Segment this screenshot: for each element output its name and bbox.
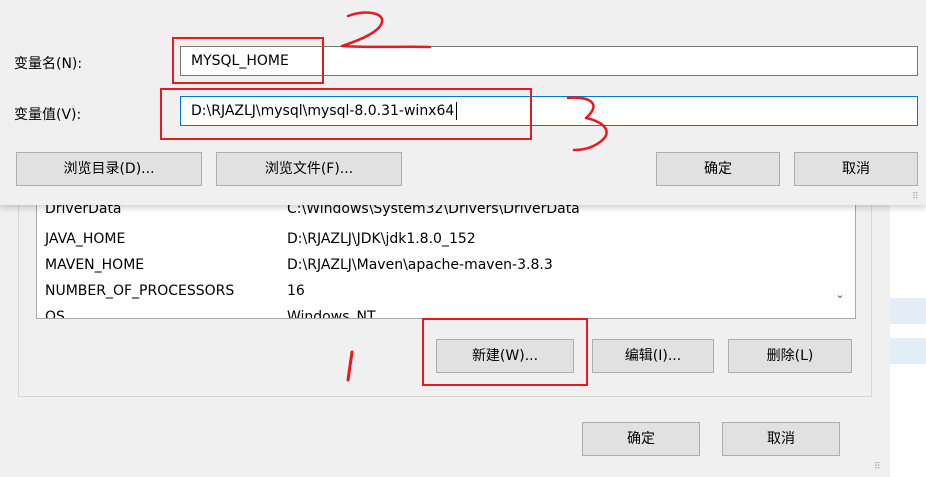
variable-value: Windows_NT xyxy=(287,309,376,319)
edit-variable-button[interactable]: 编辑(I)... xyxy=(592,339,714,373)
variable-value: D:\RJAZLJ\Maven\apache-maven-3.8.3 xyxy=(287,257,553,273)
background-selected-row xyxy=(890,298,926,324)
browse-directory-button[interactable]: 浏览目录(D)... xyxy=(16,152,202,186)
dialog-cancel-button[interactable]: 取消 xyxy=(794,152,918,186)
variable-name-label: 变量名(N): xyxy=(14,56,83,72)
variable-name: JAVA_HOME xyxy=(45,231,126,247)
list-row-number-of-processors[interactable]: NUMBER_OF_PROCESSORS 16 xyxy=(45,278,845,304)
annotation-box-value xyxy=(160,88,532,140)
background-selected-row xyxy=(890,338,926,364)
list-row-java-home[interactable]: JAVA_HOME D:\RJAZLJ\JDK\jdk1.8.0_152 xyxy=(45,226,845,252)
variable-value: 16 xyxy=(287,283,305,299)
resize-grip-icon[interactable]: ⠿ xyxy=(874,462,881,472)
cancel-button[interactable]: 取消 xyxy=(722,422,840,456)
annotation-box-new xyxy=(422,318,588,386)
annotation-box-name xyxy=(172,37,324,84)
dialog-ok-button[interactable]: 确定 xyxy=(656,152,780,186)
list-row-os[interactable]: OS Windows_NT xyxy=(45,304,845,319)
scroll-down-icon[interactable]: ⌄ xyxy=(833,288,847,302)
variable-name: NUMBER_OF_PROCESSORS xyxy=(45,283,235,299)
background-window-strip xyxy=(890,180,926,477)
variable-value: D:\RJAZLJ\JDK\jdk1.8.0_152 xyxy=(287,231,476,247)
delete-variable-button[interactable]: 删除(L) xyxy=(728,339,852,373)
system-variables-list[interactable]: DriverData C:\Windows\System32\Drivers\D… xyxy=(36,188,856,319)
browse-file-button[interactable]: 浏览文件(F)... xyxy=(216,152,402,186)
ok-button[interactable]: 确定 xyxy=(582,422,700,456)
variable-name: OS xyxy=(45,309,65,319)
variable-name: MAVEN_HOME xyxy=(45,257,145,273)
list-row-maven-home[interactable]: MAVEN_HOME D:\RJAZLJ\Maven\apache-maven-… xyxy=(45,252,845,278)
dialog-resize-grip-icon[interactable]: ⠿ xyxy=(912,192,919,202)
variable-value-label: 变量值(V): xyxy=(14,107,82,123)
